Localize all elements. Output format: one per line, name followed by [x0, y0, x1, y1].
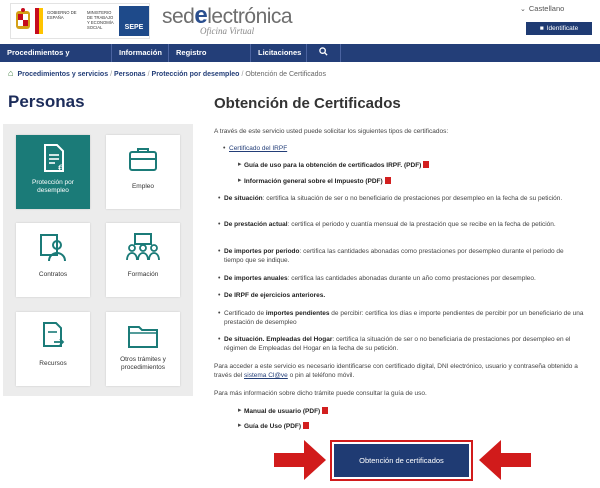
tile-otros-tramites[interactable]: Otros trámites y procedimientos	[106, 312, 180, 386]
pdf-icon	[322, 407, 329, 414]
tile-label: Recursos	[39, 360, 67, 367]
breadcrumb-current: Obtención de Certificados	[245, 71, 326, 78]
search-icon	[319, 47, 328, 56]
breadcrumb: ⌂ Procedimientos y servicios / Personas / Pro…	[8, 68, 326, 78]
language-selector[interactable]: ⌄ Castellano	[520, 4, 564, 13]
tile-label: Contratos	[38, 271, 68, 278]
sepe-logo	[119, 6, 149, 36]
manual-link[interactable]: Manual de usuario (PDF)	[244, 408, 320, 415]
top-header: GOBIERNO DE ESPAÑA MINISTERIO DE TRABAJO…	[0, 0, 600, 42]
tile-contratos[interactable]: Contratos	[16, 223, 90, 297]
tile-label: Protección por desempleo	[32, 179, 74, 194]
intro-text: A través de este servicio usted puede so…	[214, 128, 449, 135]
briefcase-icon	[129, 148, 157, 171]
brand-subtitle: Oficina Virtual	[200, 26, 255, 36]
nav-search[interactable]	[307, 44, 341, 62]
list-item: ▸ Guía de uso para la obtención de certif…	[238, 161, 430, 171]
home-icon[interactable]: ⌂	[8, 68, 13, 78]
category-panel: € Protección por desempleo Empleo Contra…	[3, 124, 193, 396]
guide-text: Para más información sobre dicho trámite…	[214, 390, 427, 397]
sede-electronica-logo[interactable]: sedelectrónica Oficina Virtual	[162, 2, 293, 38]
right-arrow-icon	[274, 440, 326, 480]
pdf-icon	[423, 161, 430, 168]
user-icon: ■	[539, 25, 544, 32]
list-item: ▸ Información general sobre el Impuesto (…	[238, 177, 391, 187]
nav-informacion[interactable]: Información	[112, 44, 169, 62]
classroom-icon	[126, 233, 160, 261]
left-arrow-icon	[479, 440, 531, 480]
nav-licitaciones[interactable]: Licitaciones	[251, 44, 307, 62]
pdf-icon	[303, 422, 310, 429]
tile-label: Empleo	[131, 183, 155, 190]
list-item: ▸ Guía de Uso (PDF)	[238, 422, 310, 432]
person-id-icon	[40, 234, 66, 262]
guide-link[interactable]: Guía de Uso (PDF)	[244, 423, 301, 430]
tile-recursos[interactable]: Recursos	[16, 312, 90, 386]
tile-empleo[interactable]: Empleo	[106, 135, 180, 209]
tile-proteccion-desempleo[interactable]: € Protección por desempleo	[16, 135, 90, 209]
breadcrumb-procedimientos[interactable]: Procedimientos y servicios	[17, 71, 108, 78]
list-item: • De importes anuales: certifica las cant…	[218, 275, 536, 282]
government-logo[interactable]: GOBIERNO DE ESPAÑA MINISTERIO DE TRABAJO…	[10, 3, 150, 39]
svg-text:€: €	[58, 164, 64, 174]
breadcrumb-personas[interactable]: Personas	[114, 71, 146, 78]
tile-label: Otros trámites y procedimientos	[120, 356, 166, 371]
highlight-box: Obtención de certificados	[330, 440, 473, 481]
clave-link[interactable]: sistema Cl@ve	[244, 372, 288, 379]
list-item: • De situación. Empleadas del Hogar: cert…	[218, 336, 571, 352]
login-button[interactable]: ■ Identificate	[526, 22, 592, 35]
obtain-certificates-button[interactable]: Obtención de certificados	[334, 444, 469, 477]
chevron-down-icon: ⌄	[520, 6, 526, 13]
coat-of-arms-icon	[16, 8, 30, 29]
nav-procedimientos[interactable]: Procedimientos y servicios	[0, 44, 112, 75]
main-navigation: Procedimientos y servicios Información R…	[0, 44, 600, 75]
list-item: • De prestación actual: certifica el peri…	[218, 221, 556, 228]
list-item: • Certificado del IRPF	[223, 145, 288, 152]
access-text: Para acceder a este servicio es necesari…	[214, 363, 578, 379]
government-text: GOBIERNO DE ESPAÑA	[47, 10, 77, 20]
irpf-guide-link[interactable]: Guía de uso para la obtención de certifi…	[244, 162, 421, 169]
tile-formacion[interactable]: Formación	[106, 223, 180, 297]
list-item: • De situación: certifica la situación de…	[218, 195, 563, 202]
document-euro-icon: €	[44, 144, 64, 174]
tile-label: Formación	[127, 271, 159, 278]
list-item: • De importes por periodo: certifica las …	[218, 248, 564, 264]
flag-yellow-strip	[39, 8, 43, 34]
document-arrow-icon	[43, 322, 65, 347]
irpf-link[interactable]: Certificado del IRPF	[229, 145, 287, 152]
page-title: Obtención de Certificados	[214, 95, 401, 112]
list-item: • De IRPF de ejercicios anteriores.	[218, 292, 326, 299]
list-item: ▸ Manual de usuario (PDF)	[238, 407, 329, 417]
breadcrumb-proteccion[interactable]: Protección por desempleo	[152, 71, 240, 78]
folder-icon	[128, 326, 158, 348]
section-title: Personas	[8, 92, 85, 111]
ministry-text: MINISTERIO DE TRABAJO Y ECONOMÍA SOCIAL	[87, 10, 114, 30]
pdf-icon	[384, 177, 391, 184]
nav-registro[interactable]: Registro electrónico	[169, 44, 251, 75]
irpf-info-link[interactable]: Información general sobre el Impuesto (P…	[244, 178, 383, 185]
sepe-label: SEPE	[124, 24, 144, 31]
list-item: • Certificado de importes pendientes de p…	[218, 310, 584, 326]
